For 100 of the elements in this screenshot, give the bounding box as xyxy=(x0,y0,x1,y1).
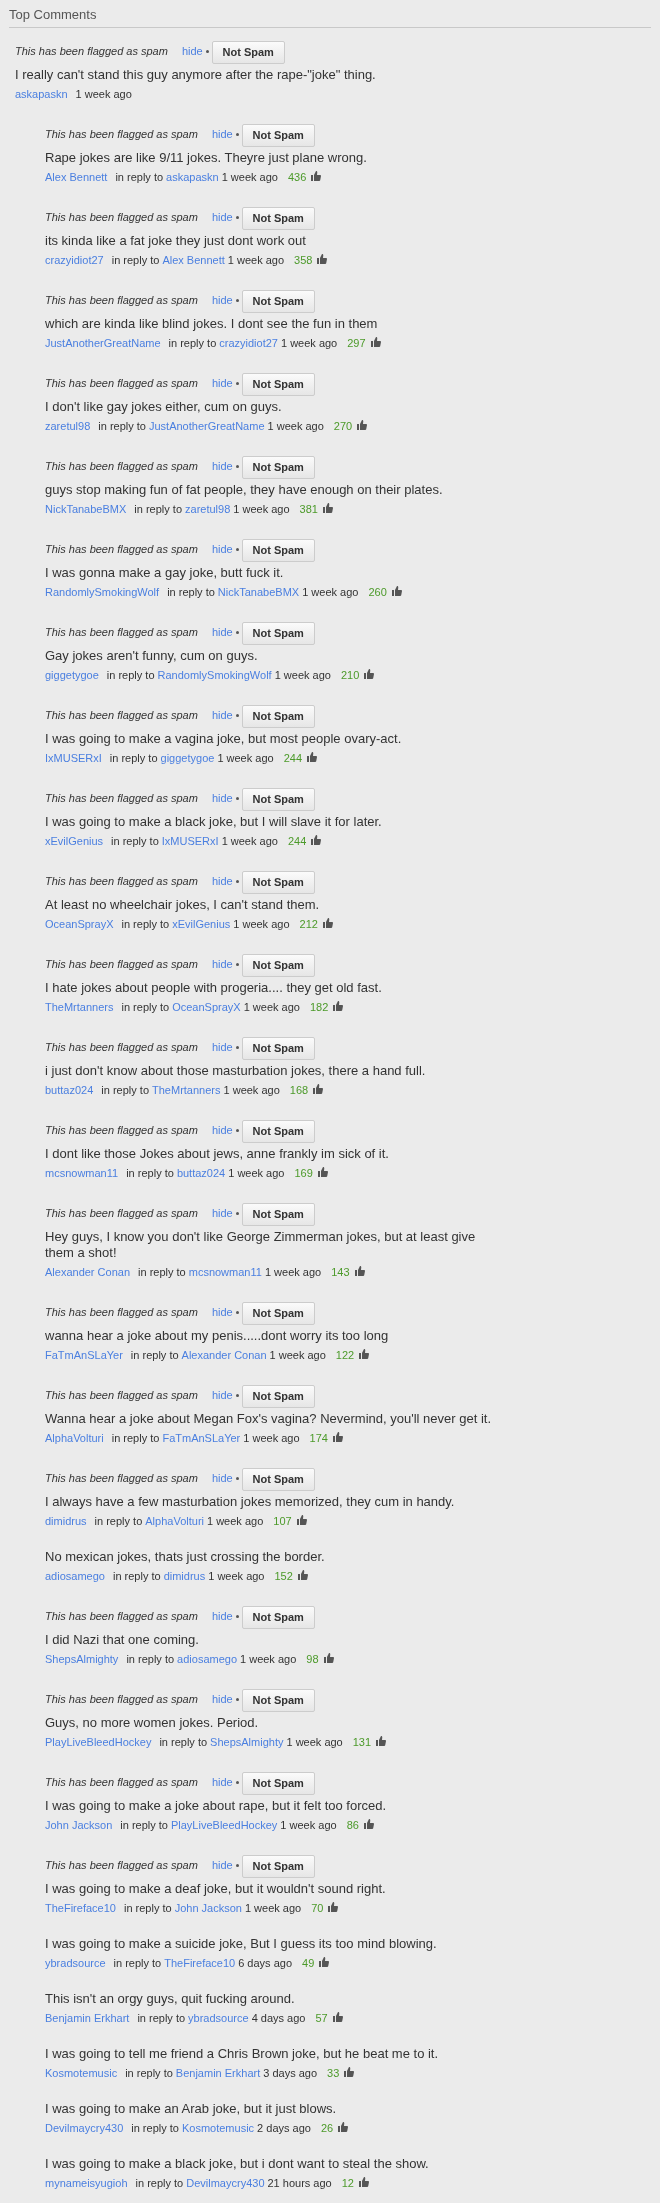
not-spam-button[interactable]: Not Spam xyxy=(241,622,315,645)
author-link[interactable]: AlphaVolturi xyxy=(145,1515,204,1527)
author-link[interactable]: TheFireface10 xyxy=(45,1902,116,1914)
author-link[interactable]: giggetygoe xyxy=(160,752,215,764)
author-link[interactable]: PlayLiveBleedHockey xyxy=(45,1736,152,1748)
thumbs-up-icon[interactable] xyxy=(363,1819,374,1830)
author-link[interactable]: JustAnotherGreatName xyxy=(45,337,161,349)
author-link[interactable]: FaTmAnSLaYer xyxy=(162,1432,241,1444)
author-link[interactable]: ShepsAlmighty xyxy=(210,1736,284,1748)
author-link[interactable]: John Jackson xyxy=(45,1819,113,1831)
not-spam-button[interactable]: Not Spam xyxy=(241,124,315,147)
thumbs-up-icon[interactable] xyxy=(332,1432,343,1443)
thumbs-up-icon[interactable] xyxy=(391,586,402,597)
author-link[interactable]: Kosmotemusic xyxy=(45,2067,118,2079)
not-spam-button[interactable]: Not Spam xyxy=(241,1689,315,1712)
author-link[interactable]: Devilmaycry430 xyxy=(45,2122,124,2134)
thumbs-up-icon[interactable] xyxy=(370,337,381,348)
hide-link[interactable]: hide xyxy=(211,789,233,807)
not-spam-button[interactable]: Not Spam xyxy=(241,1302,315,1325)
not-spam-button[interactable]: Not Spam xyxy=(241,705,315,728)
not-spam-button[interactable]: Not Spam xyxy=(241,539,315,562)
author-link[interactable]: TheMrtanners xyxy=(152,1084,221,1096)
hide-link[interactable]: hide xyxy=(211,125,233,143)
author-link[interactable]: FaTmAnSLaYer xyxy=(45,1349,123,1361)
author-link[interactable]: Benjamin Erkhart xyxy=(175,2067,261,2079)
thumbs-up-icon[interactable] xyxy=(358,2177,369,2188)
thumbs-up-icon[interactable] xyxy=(344,2067,355,2078)
author-link[interactable]: NickTanabeBMX xyxy=(217,586,300,598)
author-link[interactable]: mynameisyugioh xyxy=(45,2177,128,2189)
author-link[interactable]: TheMrtanners xyxy=(45,1001,114,1013)
author-link[interactable]: ybradsource xyxy=(45,1957,106,1969)
author-link[interactable]: buttaz024 xyxy=(176,1167,226,1179)
thumbs-up-icon[interactable] xyxy=(328,1902,339,1913)
not-spam-button[interactable]: Not Spam xyxy=(241,456,315,479)
author-link[interactable]: dimidrus xyxy=(45,1515,87,1527)
author-link[interactable]: zaretul98 xyxy=(45,420,91,432)
hide-link[interactable]: hide xyxy=(211,374,233,392)
thumbs-up-icon[interactable] xyxy=(376,1736,387,1747)
hide-link[interactable]: hide xyxy=(211,1773,233,1791)
author-link[interactable]: Alexander Conan xyxy=(45,1266,130,1278)
thumbs-up-icon[interactable] xyxy=(297,1570,308,1581)
not-spam-button[interactable]: Not Spam xyxy=(241,373,315,396)
thumbs-up-icon[interactable] xyxy=(317,1167,328,1178)
thumbs-up-icon[interactable] xyxy=(357,420,368,431)
author-link[interactable]: crazyidiot27 xyxy=(45,254,104,266)
author-link[interactable]: PlayLiveBleedHockey xyxy=(170,1819,278,1831)
not-spam-button[interactable]: Not Spam xyxy=(241,871,315,894)
not-spam-button[interactable]: Not Spam xyxy=(241,1468,315,1491)
not-spam-button[interactable]: Not Spam xyxy=(241,954,315,977)
thumbs-up-icon[interactable] xyxy=(319,1957,330,1968)
hide-link[interactable]: hide xyxy=(211,955,233,973)
hide-link[interactable]: hide xyxy=(211,623,233,641)
thumbs-up-icon[interactable] xyxy=(323,1653,334,1664)
hide-link[interactable]: hide xyxy=(211,540,233,558)
author-link[interactable]: askapaskn xyxy=(166,171,219,183)
hide-link[interactable]: hide xyxy=(211,1038,233,1056)
thumbs-up-icon[interactable] xyxy=(359,1349,370,1360)
author-link[interactable]: ybradsource xyxy=(188,2012,249,2024)
author-link[interactable]: IxMUSERxI xyxy=(161,835,219,847)
thumbs-up-icon[interactable] xyxy=(322,918,333,929)
not-spam-button[interactable]: Not Spam xyxy=(241,207,315,230)
not-spam-button[interactable]: Not Spam xyxy=(241,1037,315,1060)
thumbs-up-icon[interactable] xyxy=(332,2012,343,2023)
hide-link[interactable]: hide xyxy=(211,872,233,890)
author-link[interactable]: adiosamego xyxy=(45,1570,105,1582)
hide-link[interactable]: hide xyxy=(211,208,233,226)
author-link[interactable]: Alexander Conan xyxy=(181,1349,267,1361)
author-link[interactable]: askapaskn xyxy=(15,88,68,100)
not-spam-button[interactable]: Not Spam xyxy=(241,1385,315,1408)
author-link[interactable]: giggetygoe xyxy=(45,669,99,681)
hide-link[interactable]: hide xyxy=(211,1607,233,1625)
author-link[interactable]: adiosamego xyxy=(177,1653,237,1665)
hide-link[interactable]: hide xyxy=(211,1303,233,1321)
thumbs-up-icon[interactable] xyxy=(338,2122,349,2133)
author-link[interactable]: AlphaVolturi xyxy=(45,1432,104,1444)
hide-link[interactable]: hide xyxy=(211,706,233,724)
author-link[interactable]: Devilmaycry430 xyxy=(186,2177,265,2189)
author-link[interactable]: Benjamin Erkhart xyxy=(45,2012,130,2024)
not-spam-button[interactable]: Not Spam xyxy=(241,1120,315,1143)
hide-link[interactable]: hide xyxy=(181,42,203,60)
author-link[interactable]: ShepsAlmighty xyxy=(45,1653,119,1665)
not-spam-button[interactable]: Not Spam xyxy=(241,1772,315,1795)
thumbs-up-icon[interactable] xyxy=(307,752,317,763)
author-link[interactable]: RandomlySmokingWolf xyxy=(45,586,160,598)
author-link[interactable]: JustAnotherGreatName xyxy=(148,420,265,432)
hide-link[interactable]: hide xyxy=(211,291,233,309)
author-link[interactable]: Kosmotemusic xyxy=(181,2122,255,2134)
not-spam-button[interactable]: Not Spam xyxy=(241,1855,315,1878)
author-link[interactable]: RandomlySmokingWolf xyxy=(157,669,272,681)
not-spam-button[interactable]: Not Spam xyxy=(241,290,315,313)
hide-link[interactable]: hide xyxy=(211,1121,233,1139)
thumbs-up-icon[interactable] xyxy=(322,503,333,514)
thumbs-up-icon[interactable] xyxy=(333,1001,344,1012)
author-link[interactable]: zaretul98 xyxy=(185,503,231,515)
author-link[interactable]: TheFireface10 xyxy=(164,1957,236,1969)
author-link[interactable]: buttaz024 xyxy=(45,1084,94,1096)
author-link[interactable]: John Jackson xyxy=(174,1902,242,1914)
author-link[interactable]: crazyidiot27 xyxy=(219,337,278,349)
hide-link[interactable]: hide xyxy=(211,457,233,475)
author-link[interactable]: OceanSprayX xyxy=(172,1001,241,1013)
